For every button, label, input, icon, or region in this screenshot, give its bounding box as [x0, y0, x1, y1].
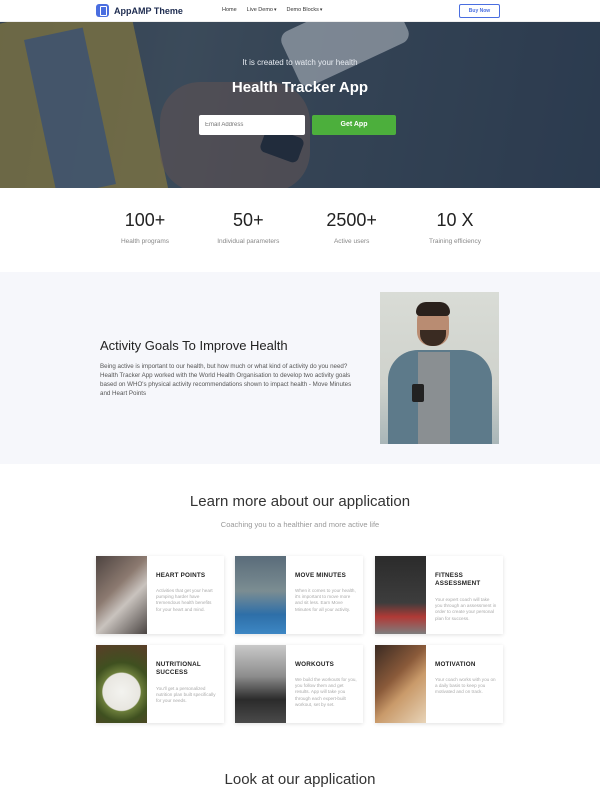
learn-section-title: Learn more about our application [189, 493, 411, 510]
card-text: We build the workouts for you, you follo… [295, 677, 357, 707]
stat-item: 50+ Individual parameters [203, 210, 293, 260]
menu-item-demo-blocks[interactable]: Demo Blocks▾ [286, 7, 322, 13]
caret-down-icon: ▾ [319, 7, 323, 13]
hero-section: It is created to watch your health Healt… [0, 22, 600, 188]
feature-card-fitness-assessment[interactable]: FITNESS ASSESSMENT Your expert coach wil… [375, 556, 503, 634]
email-field[interactable] [199, 115, 305, 135]
card-text: Your expert coach will take you through … [435, 597, 497, 621]
stat-label: Active users [333, 238, 370, 245]
stats-row: 100+ Health programs 50+ Individual para… [100, 210, 500, 260]
activity-title: Activity Goals To Improve Health [100, 338, 288, 353]
menu-item-live-demo[interactable]: Live Demo▾ [247, 7, 277, 13]
top-navbar: AppAMP Theme Home Live Demo▾ Demo Blocks… [0, 0, 600, 22]
activity-section: Activity Goals To Improve Health Being a… [0, 272, 600, 464]
card-title: HEART POINTS [156, 572, 206, 579]
menu-item-home[interactable]: Home [222, 7, 237, 13]
stat-item: 100+ Health programs [100, 210, 190, 260]
man-with-phone-photo [380, 292, 499, 444]
card-image [96, 645, 147, 723]
brand-logo-link[interactable]: AppAMP Theme [96, 4, 183, 17]
card-title: WORKOUTS [295, 661, 335, 668]
card-image [235, 556, 286, 634]
card-text: Activities that get your heart pumping h… [156, 588, 213, 612]
card-text: Your coach works with you on a daily bas… [435, 677, 496, 695]
stat-value: 50+ [233, 210, 264, 230]
card-title: NUTRITIONAL SUCCESS [156, 661, 201, 676]
caret-down-icon: ▾ [273, 7, 277, 13]
look-section-title: Look at our application [224, 771, 376, 788]
buy-now-button[interactable]: Buy Now [459, 4, 500, 18]
hero-background-image [0, 22, 600, 188]
stat-item: 10 X Training efficiency [410, 210, 500, 260]
card-title: MOVE MINUTES [295, 572, 347, 579]
card-title: MOTIVATION [435, 661, 476, 668]
hero-subtitle: It is created to watch your health [242, 58, 358, 67]
stat-value: 2500+ [326, 210, 377, 230]
main-menu: Home Live Demo▾ Demo Blocks▾ [222, 7, 322, 13]
card-image [375, 645, 426, 723]
card-image [235, 645, 286, 723]
brand-name: AppAMP Theme [114, 5, 183, 16]
feature-card-nutritional-success[interactable]: NUTRITIONAL SUCCESS You'll get a persona… [96, 645, 224, 723]
feature-card-heart-points[interactable]: HEART POINTS Activities that get your he… [96, 556, 224, 634]
stat-label: Health programs [120, 238, 170, 245]
card-text: You'll get a personalized nutrition plan… [156, 686, 216, 704]
stat-label: Training efficiency [428, 238, 481, 245]
card-text: When it comes to your health, it's impor… [295, 588, 356, 612]
get-app-button[interactable]: Get App [312, 115, 396, 135]
hero-title: Health Tracker App [231, 79, 369, 96]
card-title: FITNESS ASSESSMENT [435, 572, 481, 587]
stat-label: Individual parameters [217, 238, 280, 245]
phone-app-icon [96, 4, 109, 17]
card-image [96, 556, 147, 634]
feature-card-motivation[interactable]: MOTIVATION Your coach works with you on … [375, 645, 503, 723]
activity-description: Being active is important to our health,… [100, 363, 352, 397]
learn-section-subtitle: Coaching you to a healthier and more act… [220, 520, 380, 529]
feature-card-workouts[interactable]: WORKOUTS We build the workouts for you, … [235, 645, 363, 723]
card-image [375, 556, 426, 634]
stat-item: 2500+ Active users [307, 210, 397, 260]
stat-value: 100+ [124, 210, 166, 230]
stat-value: 10 X [436, 210, 474, 230]
feature-card-move-minutes[interactable]: MOVE MINUTES When it comes to your healt… [235, 556, 363, 634]
